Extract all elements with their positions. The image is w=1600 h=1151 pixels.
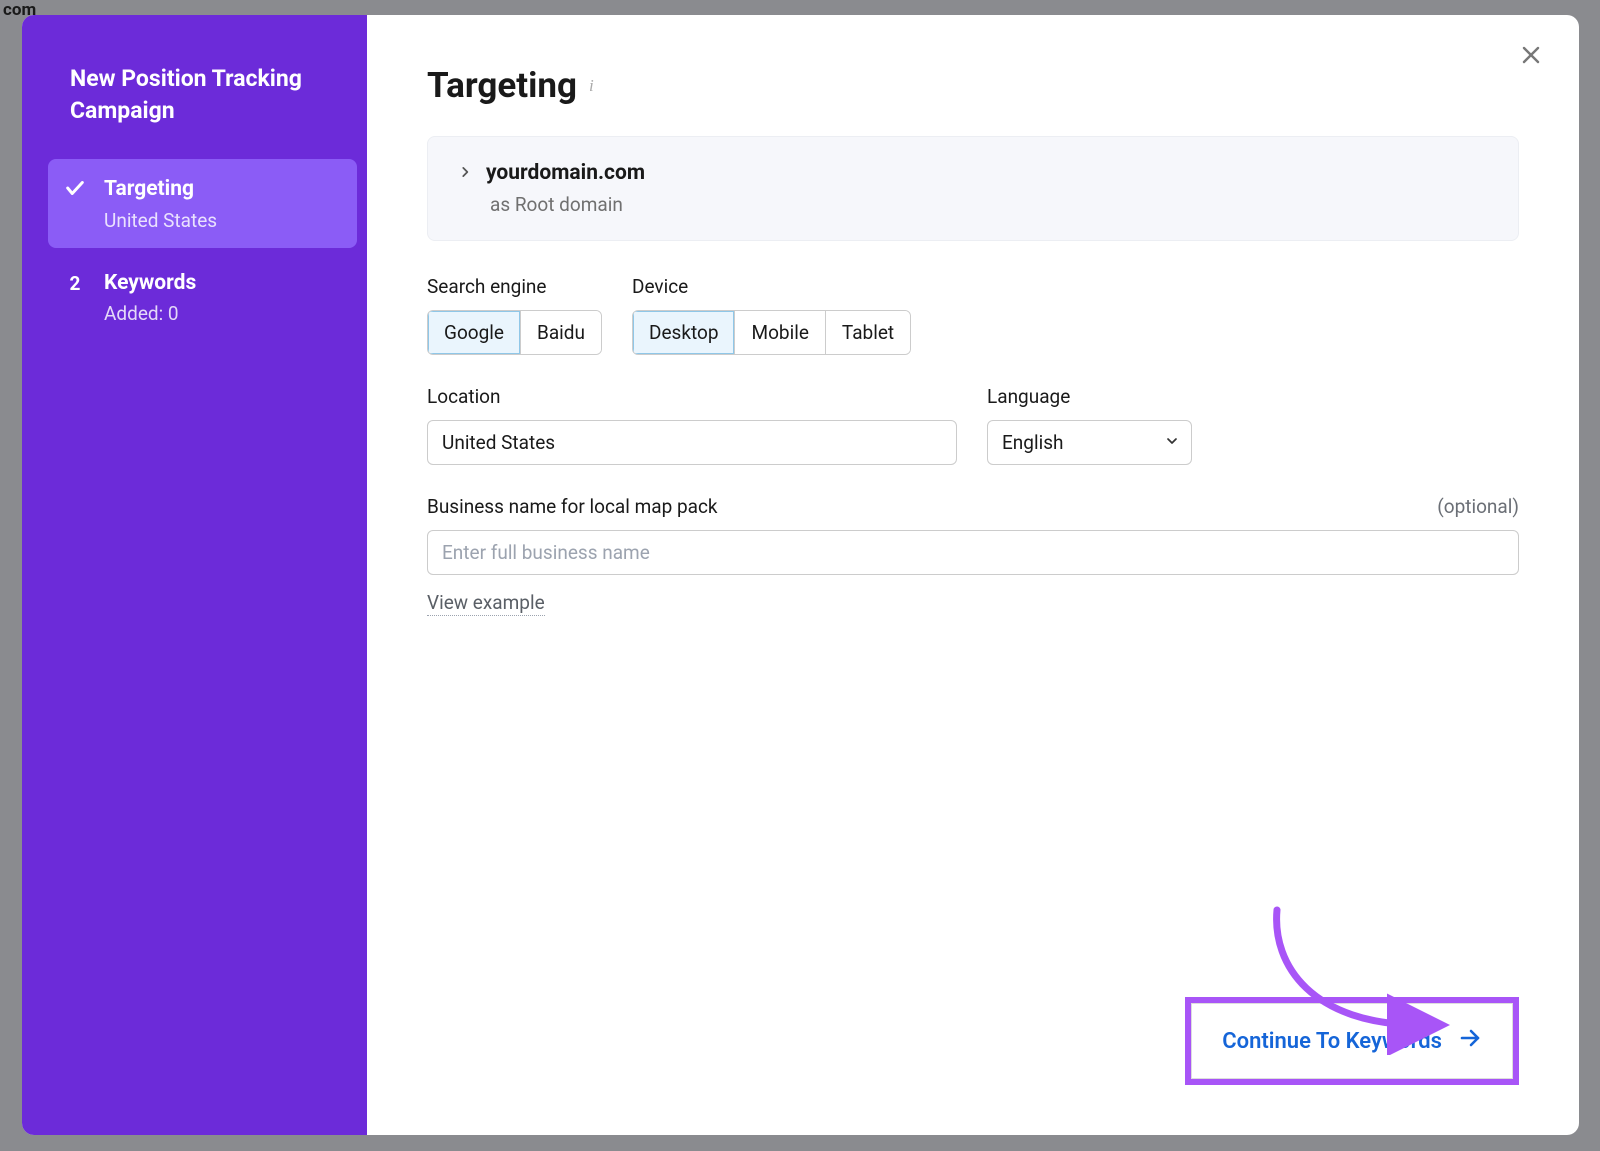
wizard-sidebar: New Position Tracking Campaign Targeting… xyxy=(22,15,367,1135)
search-engine-label: Search engine xyxy=(427,275,602,298)
arrow-right-icon xyxy=(1458,1026,1482,1056)
search-engine-option-baidu[interactable]: Baidu xyxy=(521,311,601,354)
step-number: 2 xyxy=(64,269,86,298)
position-tracking-modal: New Position Tracking Campaign Targeting… xyxy=(22,15,1579,1135)
close-button[interactable] xyxy=(1513,37,1549,73)
language-select[interactable] xyxy=(987,420,1192,465)
domain-name: yourdomain.com xyxy=(486,161,645,185)
page-title: Targeting i xyxy=(427,65,1519,106)
device-option-mobile[interactable]: Mobile xyxy=(735,311,825,354)
sidebar-step-targeting[interactable]: Targeting United States xyxy=(48,159,357,247)
checkmark-icon xyxy=(64,175,86,199)
search-engine-field: Search engine Google Baidu xyxy=(427,275,602,355)
location-field: Location xyxy=(427,385,957,465)
device-label: Device xyxy=(632,275,911,298)
info-icon[interactable]: i xyxy=(589,76,594,96)
sidebar-step-keywords[interactable]: 2 Keywords Added: 0 xyxy=(48,253,357,341)
targeting-content: Targeting i yourdomain.com as Root domai… xyxy=(367,15,1579,1135)
step-sublabel: Added: 0 xyxy=(104,302,337,325)
domain-card[interactable]: yourdomain.com as Root domain xyxy=(427,136,1519,241)
location-input[interactable] xyxy=(427,420,957,465)
sidebar-title: New Position Tracking Campaign xyxy=(22,63,367,159)
location-label: Location xyxy=(427,385,957,408)
language-label: Language xyxy=(987,385,1192,408)
continue-to-keywords-button[interactable]: Continue To Keywords xyxy=(1191,1003,1513,1079)
business-name-input[interactable] xyxy=(427,530,1519,575)
search-engine-option-google[interactable]: Google xyxy=(428,311,521,354)
step-label: Targeting xyxy=(104,175,337,204)
business-label: Business name for local map pack xyxy=(427,495,718,518)
chevron-right-icon xyxy=(458,164,472,183)
device-toggle: Desktop Mobile Tablet xyxy=(632,310,911,355)
domain-scope: as Root domain xyxy=(490,193,1488,216)
continue-highlight: Continue To Keywords xyxy=(1185,997,1519,1085)
device-option-tablet[interactable]: Tablet xyxy=(826,311,910,354)
language-field: Language xyxy=(987,385,1192,465)
device-option-desktop[interactable]: Desktop xyxy=(633,311,736,354)
optional-label: (optional) xyxy=(1437,495,1519,518)
step-sublabel: United States xyxy=(104,209,337,232)
device-field: Device Desktop Mobile Tablet xyxy=(632,275,911,355)
view-example-link[interactable]: View example xyxy=(427,591,545,616)
search-engine-toggle: Google Baidu xyxy=(427,310,602,355)
step-label: Keywords xyxy=(104,269,337,298)
